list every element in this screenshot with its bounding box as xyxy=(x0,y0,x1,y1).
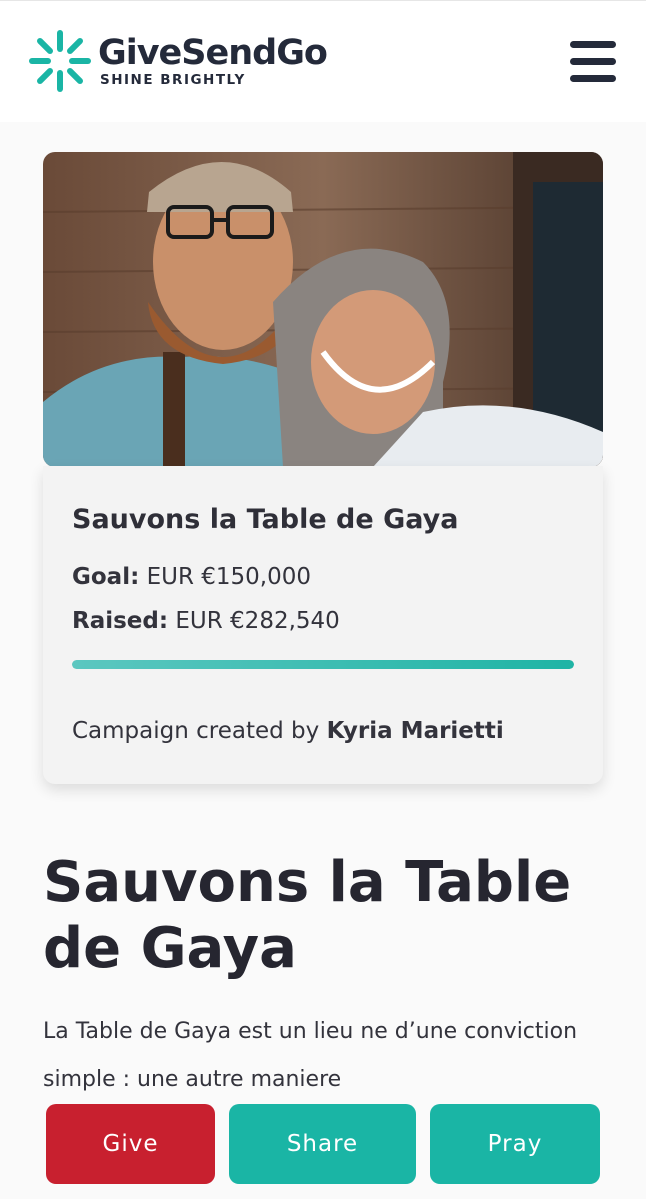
creator-name[interactable]: Kyria Marietti xyxy=(327,718,504,744)
goal-label: Goal: xyxy=(72,564,140,590)
share-button[interactable]: Share xyxy=(229,1104,416,1184)
campaign-summary-card: Sauvons la Table de Gaya Goal: EUR €150,… xyxy=(43,466,603,784)
raised-row: Raised: EUR €282,540 xyxy=(72,608,340,634)
givesendgo-logo[interactable]: GiveSendGo SHINE BRIGHTLY xyxy=(28,29,328,93)
goal-row: Goal: EUR €150,000 xyxy=(72,564,311,590)
logo-tagline: SHINE BRIGHTLY xyxy=(100,71,246,88)
progress-fill xyxy=(72,660,574,669)
raised-value: EUR €282,540 xyxy=(175,608,340,634)
pray-button[interactable]: Pray xyxy=(430,1104,600,1184)
campaign-hero-image xyxy=(43,152,603,467)
raised-label: Raised: xyxy=(72,608,169,634)
goal-value: EUR €150,000 xyxy=(146,564,312,590)
campaign-title: Sauvons la Table de Gaya xyxy=(72,504,459,535)
campaign-creator: Campaign created by Kyria Marietti xyxy=(72,718,504,744)
hamburger-menu-icon[interactable] xyxy=(568,39,618,85)
page-title: Sauvons la Table de Gaya xyxy=(43,850,572,981)
funding-progress-bar xyxy=(72,660,574,669)
give-button[interactable]: Give xyxy=(46,1104,215,1184)
sunburst-logo-icon xyxy=(28,29,92,93)
creator-prefix: Campaign created by xyxy=(72,718,320,744)
site-header: GiveSendGo SHINE BRIGHTLY xyxy=(0,0,646,122)
campaign-description: La Table de Gaya est un lieu ne d’une co… xyxy=(43,1019,578,1092)
logo-wordmark: GiveSendGo xyxy=(98,32,328,73)
